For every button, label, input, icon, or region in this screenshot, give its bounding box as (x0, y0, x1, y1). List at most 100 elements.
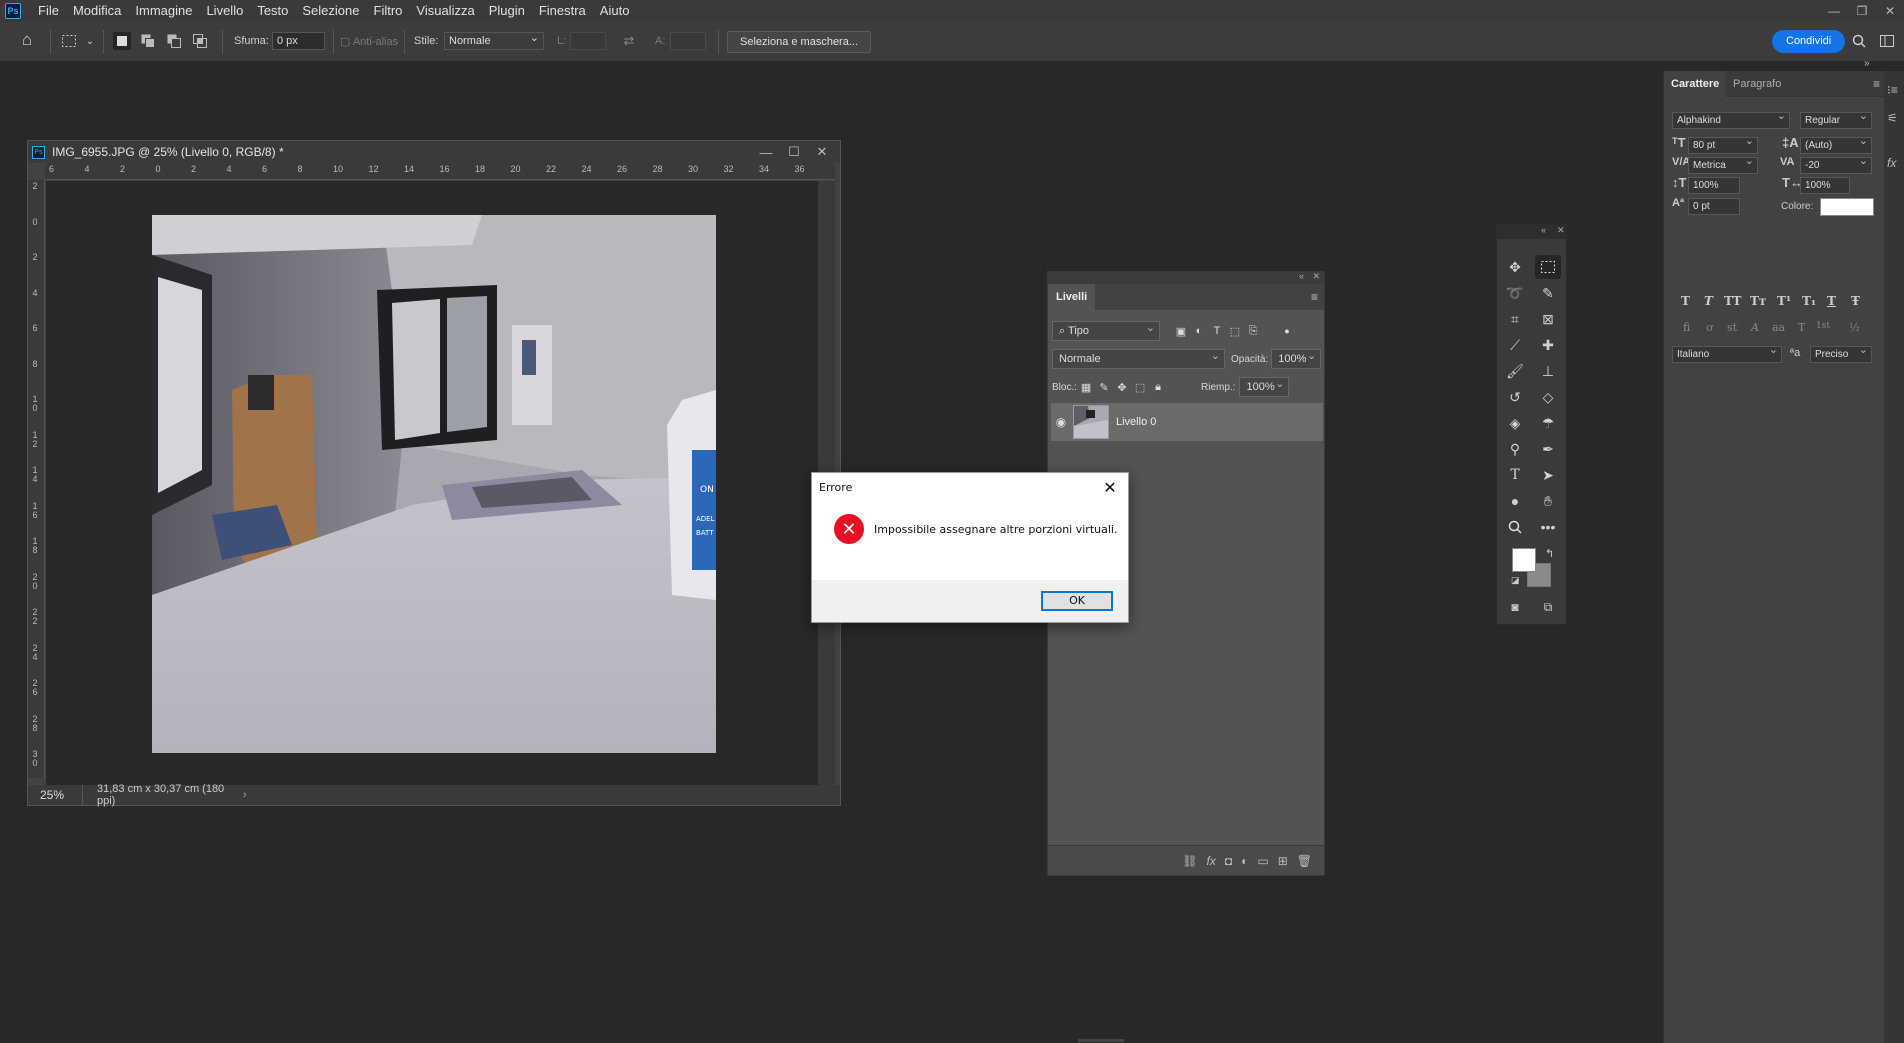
dodge-tool-icon[interactable]: ⚲ (1502, 437, 1528, 461)
home-icon[interactable]: ⌂ (18, 30, 36, 49)
hand-tool-icon[interactable]: ✋︎ (1535, 489, 1561, 513)
lock-image-pixels-icon[interactable]: ✎ (1095, 378, 1113, 396)
close-icon[interactable]: ✕ (1876, 0, 1904, 22)
doc-close-icon[interactable]: ✕ (808, 141, 836, 163)
superscript-glyph[interactable]: T¹ (1777, 294, 1791, 308)
half-glyph[interactable]: ½ (1849, 321, 1860, 334)
baseline-shift-input[interactable]: 0 pt (1688, 198, 1740, 215)
restore-icon[interactable]: ❐ (1848, 0, 1876, 22)
path-selection-icon[interactable]: ➤ (1535, 463, 1561, 487)
leading-input[interactable]: (Auto) (1800, 134, 1872, 154)
titling-alternates-glyph[interactable]: aa (1772, 321, 1785, 334)
collapse-icon[interactable]: « (1541, 225, 1546, 235)
search-icon[interactable] (1850, 32, 1868, 50)
small-caps-glyph[interactable]: Tт (1750, 294, 1766, 308)
menu-livello[interactable]: Livello (199, 0, 250, 22)
strikethrough-glyph[interactable]: Ŧ (1851, 294, 1860, 308)
underline-glyph[interactable]: T (1827, 294, 1836, 308)
shape-filter-icon[interactable]: ⬚ (1226, 322, 1244, 340)
horizontal-ruler[interactable]: 6 4 2 0 2 4 6 8 10 12 14 16 18 20 22 24 26 28 30 32 34 36 (45, 163, 835, 180)
link-layers-icon[interactable]: ⛓ (1182, 854, 1197, 868)
rectangular-marquee-icon[interactable] (1535, 255, 1561, 279)
menu-visualizza[interactable]: Visualizza (409, 0, 481, 22)
add-to-selection-icon[interactable] (139, 32, 157, 50)
tab-character[interactable]: Carattere (1664, 71, 1727, 97)
layer-thumbnail[interactable] (1073, 405, 1109, 439)
horizontal-scale-input[interactable]: 100% (1800, 177, 1850, 194)
layer-filter-select[interactable]: ⌕ Tipo (1052, 319, 1160, 341)
collapse-panels-icon[interactable]: » (1864, 58, 1870, 69)
menu-filtro[interactable]: Filtro (367, 0, 410, 22)
paint-bucket-icon[interactable]: ◈ (1502, 411, 1528, 435)
ok-button[interactable]: OK (1041, 591, 1113, 611)
photoshop-logo-icon[interactable]: Ps (5, 3, 21, 19)
bottom-resize-handle[interactable] (1078, 1039, 1124, 1042)
panel-menu-icon[interactable]: ≡ (1873, 77, 1880, 91)
brush-tool-icon[interactable]: 🖌︎ (1502, 359, 1528, 383)
minimize-icon[interactable]: — (1820, 0, 1848, 22)
vertical-ruler[interactable]: 2 0 2 4 6 8 1 0 1 2 1 4 1 6 1 8 2 0 2 2 2 4 2 6 2 8 3 0 (28, 180, 45, 778)
more-tools-icon[interactable]: ••• (1535, 515, 1561, 539)
discretionary-ligatures-glyph[interactable]: ơ (1706, 321, 1713, 334)
foreground-color-swatch-top[interactable] (1512, 548, 1536, 572)
canvas-photo[interactable]: ON ADEL BATT (152, 215, 716, 753)
eraser-icon[interactable]: ◇ (1535, 385, 1561, 409)
ellipse-tool-icon[interactable]: ● (1502, 489, 1528, 513)
style-select[interactable]: Normale ⌄ (444, 32, 544, 50)
text-color-swatch[interactable] (1820, 198, 1874, 216)
add-mask-icon[interactable]: ◘ (1225, 854, 1232, 868)
layer-name[interactable]: Livello 0 (1116, 416, 1156, 428)
menu-file[interactable]: File (31, 0, 66, 22)
menu-modifica[interactable]: Modifica (66, 0, 128, 22)
width-input[interactable] (570, 32, 606, 50)
move-tool-icon[interactable]: ✥ (1502, 255, 1528, 279)
swap-colors-icon[interactable]: ↰ (1545, 547, 1554, 560)
crop-tool-icon[interactable]: ⌗ (1502, 307, 1528, 331)
layers-panel-header[interactable]: « ✕ (1048, 271, 1324, 284)
collapse-icon[interactable]: « (1299, 271, 1304, 281)
kerning-select[interactable]: Metrica (1688, 154, 1758, 174)
lasso-tool-icon[interactable]: ➰ (1502, 281, 1528, 305)
trash-icon[interactable]: 🗑︎ (1297, 854, 1312, 868)
new-selection-icon[interactable] (113, 32, 131, 50)
blur-tool-icon[interactable]: ☂ (1535, 411, 1561, 435)
fractions-glyph[interactable]: 1st (1816, 321, 1830, 331)
lock-all-icon[interactable]: 🔒︎ (1149, 378, 1167, 396)
clone-stamp-icon[interactable]: ⊥ (1535, 359, 1561, 383)
eyedropper-icon[interactable]: ⟋ (1502, 333, 1528, 357)
pixel-layer-filter-icon[interactable]: ▣ (1172, 322, 1190, 340)
tab-layers[interactable]: Livelli (1048, 284, 1096, 310)
font-size-input[interactable]: 80 pt (1688, 134, 1758, 154)
menu-plugin[interactable]: Plugin (482, 0, 532, 22)
ordinals-glyph[interactable]: T (1798, 321, 1805, 334)
faux-italic-glyph[interactable]: T (1704, 294, 1713, 308)
quick-mask-icon[interactable]: ◙ (1502, 595, 1528, 619)
select-and-mask-button[interactable]: Seleziona e maschera... (727, 31, 872, 53)
menu-finestra[interactable]: Finestra (532, 0, 593, 22)
all-caps-glyph[interactable]: TT (1724, 294, 1741, 308)
swap-icon[interactable]: ⇄ (620, 32, 638, 50)
zoom-tool-icon[interactable] (1502, 515, 1528, 539)
blend-mode-select[interactable]: Normale (1052, 347, 1225, 369)
new-layer-icon[interactable]: ⊞ (1278, 854, 1288, 868)
filter-toggle-icon[interactable]: ● (1278, 322, 1296, 340)
lock-position-icon[interactable]: ✥ (1113, 378, 1131, 396)
eye-icon[interactable]: ◉ (1051, 415, 1071, 429)
layer-row[interactable]: ◉ Livello 0 (1051, 403, 1323, 441)
new-group-icon[interactable]: ▭ (1257, 854, 1268, 868)
fx-icon[interactable]: fx (1887, 156, 1896, 170)
vertical-scale-input[interactable]: 100% (1688, 177, 1740, 194)
doc-maximize-icon[interactable]: ☐ (780, 141, 808, 163)
screen-mode-icon[interactable]: ⧉ (1535, 595, 1561, 619)
fill-input[interactable]: 100% (1239, 375, 1290, 397)
fx-icon[interactable]: fx (1207, 854, 1216, 868)
quick-selection-icon[interactable]: ✎ (1535, 281, 1561, 305)
faux-bold-glyph[interactable]: T (1681, 294, 1690, 308)
font-style-select[interactable]: Regular (1800, 109, 1872, 129)
smart-object-filter-icon[interactable]: ⎘ (1244, 322, 1262, 340)
opacity-input[interactable]: 100% (1271, 347, 1322, 369)
subtract-from-selection-icon[interactable] (165, 32, 183, 50)
type-tool-icon[interactable]: T (1502, 463, 1528, 487)
panel-menu-icon[interactable]: ≡ (1311, 290, 1318, 304)
healing-brush-icon[interactable]: ✚ (1535, 333, 1561, 357)
